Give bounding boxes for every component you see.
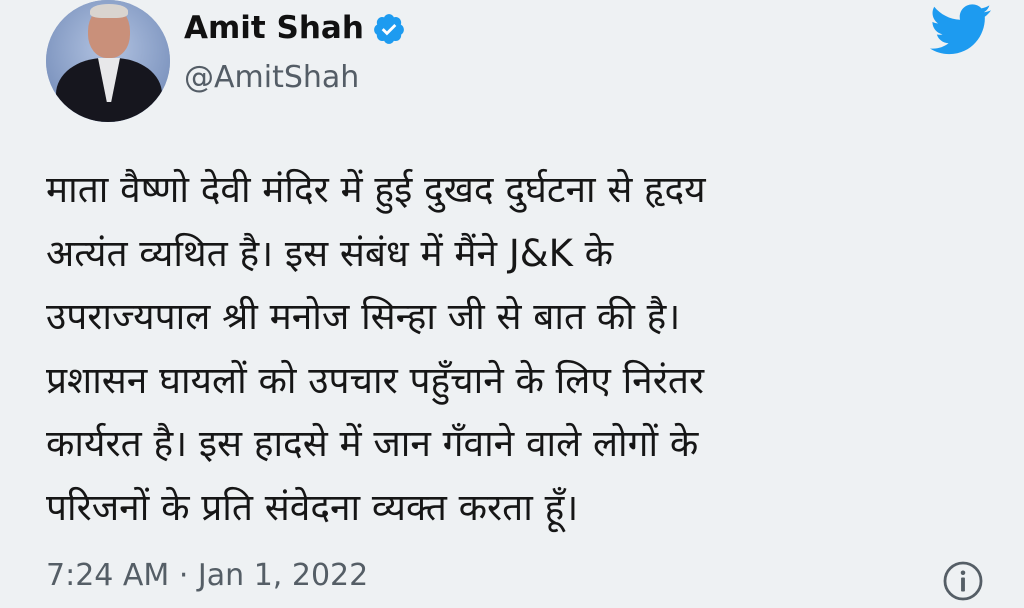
tweet-timestamp[interactable]: 7:24 AM · Jan 1, 2022: [46, 558, 368, 593]
avatar-hair: [90, 4, 128, 18]
tweet-text-line: माता वैष्णो देवी मंदिर में हुई दुखद दुर्…: [46, 168, 706, 211]
tweet-text-line: परिजनों के प्रति संवेदना व्यक्त करता हूँ…: [46, 485, 579, 529]
tweet-text: माता वैष्णो देवी मंदिर में हुई दुखद दुर्…: [46, 158, 1006, 539]
twitter-bird-icon: [930, 4, 992, 55]
tweet-text-line: अत्यंत व्यथित है। इस संबंध में मैंने J&K…: [46, 231, 614, 275]
tweet-text-line: कार्यरत है। इस हादसे में जान गँवाने वाले…: [46, 422, 699, 465]
verified-badge-icon: [374, 14, 404, 44]
info-icon[interactable]: [942, 560, 984, 602]
tweet-text-line: प्रशासन घायलों को उपचार पहुँचाने के लिए …: [46, 358, 705, 402]
avatar[interactable]: [46, 0, 170, 122]
tweet-text-line: उपराज्यपाल श्री मनोज सिन्हा जी से बात की…: [46, 295, 681, 338]
author-handle[interactable]: @AmitShah: [184, 60, 359, 95]
author-name[interactable]: Amit Shah: [184, 10, 364, 46]
